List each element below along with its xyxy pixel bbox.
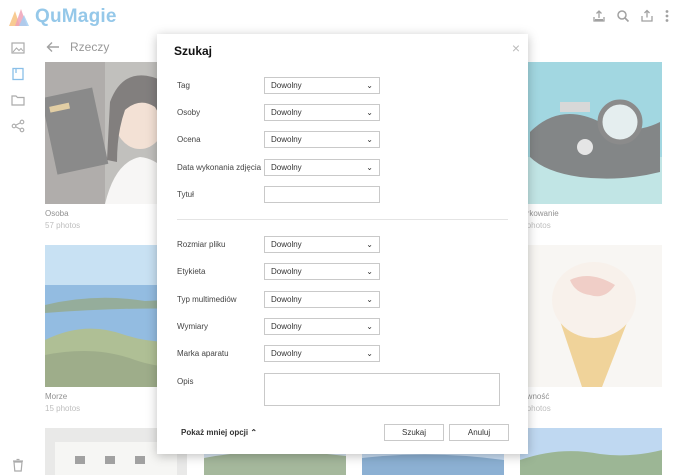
- chevron-down-icon: ⌄: [366, 267, 373, 276]
- date-taken-label: Data wykonania zdjęcia: [177, 163, 262, 172]
- camera-make-label: Marka aparatu: [177, 349, 229, 358]
- search-button[interactable]: Szukaj: [384, 424, 444, 441]
- tag-select[interactable]: Dowolny ⌄: [264, 77, 380, 94]
- rating-select-value: Dowolny: [271, 135, 302, 144]
- field-row-rating: Ocena Dowolny ⌄: [157, 131, 528, 149]
- label-label: Etykieta: [177, 267, 206, 276]
- field-row-camera-make: Marka aparatu Dowolny ⌄: [157, 345, 528, 363]
- date-taken-select-value: Dowolny: [271, 163, 302, 172]
- chevron-down-icon: ⌄: [366, 295, 373, 304]
- label-select[interactable]: Dowolny ⌄: [264, 263, 380, 280]
- dimensions-label: Wymiary: [177, 322, 209, 331]
- chevron-up-icon: ⌃: [250, 428, 258, 437]
- media-type-select-value: Dowolny: [271, 295, 302, 304]
- camera-make-select[interactable]: Dowolny ⌄: [264, 345, 380, 362]
- people-select[interactable]: Dowolny ⌄: [264, 104, 380, 121]
- chevron-down-icon: ⌄: [366, 135, 373, 144]
- description-textarea[interactable]: [264, 373, 500, 406]
- field-row-description: Opis: [157, 373, 528, 406]
- show-less-label: Pokaż mniej opcji: [181, 428, 249, 437]
- media-type-label: Typ multimediów: [177, 295, 237, 304]
- tag-select-value: Dowolny: [271, 81, 302, 90]
- camera-make-select-value: Dowolny: [271, 349, 302, 358]
- chevron-down-icon: ⌄: [366, 349, 373, 358]
- description-label: Opis: [177, 377, 194, 386]
- field-row-title: Tytuł: [157, 186, 528, 204]
- field-row-dimensions: Wymiary Dowolny ⌄: [157, 318, 528, 336]
- tag-label: Tag: [177, 81, 190, 90]
- date-taken-select[interactable]: Dowolny ⌄: [264, 159, 380, 176]
- dialog-title: Szukaj: [174, 44, 213, 58]
- search-dialog: Szukaj × Tag Dowolny ⌄ Osoby Dowolny ⌄ O…: [157, 34, 528, 454]
- dimensions-select[interactable]: Dowolny ⌄: [264, 318, 380, 335]
- dimensions-select-value: Dowolny: [271, 322, 302, 331]
- field-row-date-taken: Data wykonania zdjęcia Dowolny ⌄: [157, 159, 528, 177]
- chevron-down-icon: ⌄: [366, 322, 373, 331]
- title-input[interactable]: [264, 186, 380, 203]
- cancel-button[interactable]: Anuluj: [449, 424, 509, 441]
- show-less-options-link[interactable]: Pokaż mniej opcji ⌃: [181, 428, 257, 437]
- field-row-tag: Tag Dowolny ⌄: [157, 77, 528, 95]
- close-icon[interactable]: ×: [512, 40, 520, 56]
- people-select-value: Dowolny: [271, 108, 302, 117]
- field-row-file-size: Rozmiar pliku Dowolny ⌄: [157, 236, 528, 254]
- label-select-value: Dowolny: [271, 267, 302, 276]
- file-size-select[interactable]: Dowolny ⌄: [264, 236, 380, 253]
- people-label: Osoby: [177, 108, 201, 117]
- chevron-down-icon: ⌄: [366, 163, 373, 172]
- title-label: Tytuł: [177, 190, 194, 199]
- field-row-people: Osoby Dowolny ⌄: [157, 104, 528, 122]
- rating-label: Ocena: [177, 135, 201, 144]
- chevron-down-icon: ⌄: [366, 81, 373, 90]
- media-type-select[interactable]: Dowolny ⌄: [264, 291, 380, 308]
- file-size-select-value: Dowolny: [271, 240, 302, 249]
- section-divider: [177, 219, 508, 220]
- file-size-label: Rozmiar pliku: [177, 240, 226, 249]
- chevron-down-icon: ⌄: [366, 240, 373, 249]
- chevron-down-icon: ⌄: [366, 108, 373, 117]
- rating-select[interactable]: Dowolny ⌄: [264, 131, 380, 148]
- field-row-label: Etykieta Dowolny ⌄: [157, 263, 528, 281]
- field-row-media-type: Typ multimediów Dowolny ⌄: [157, 291, 528, 309]
